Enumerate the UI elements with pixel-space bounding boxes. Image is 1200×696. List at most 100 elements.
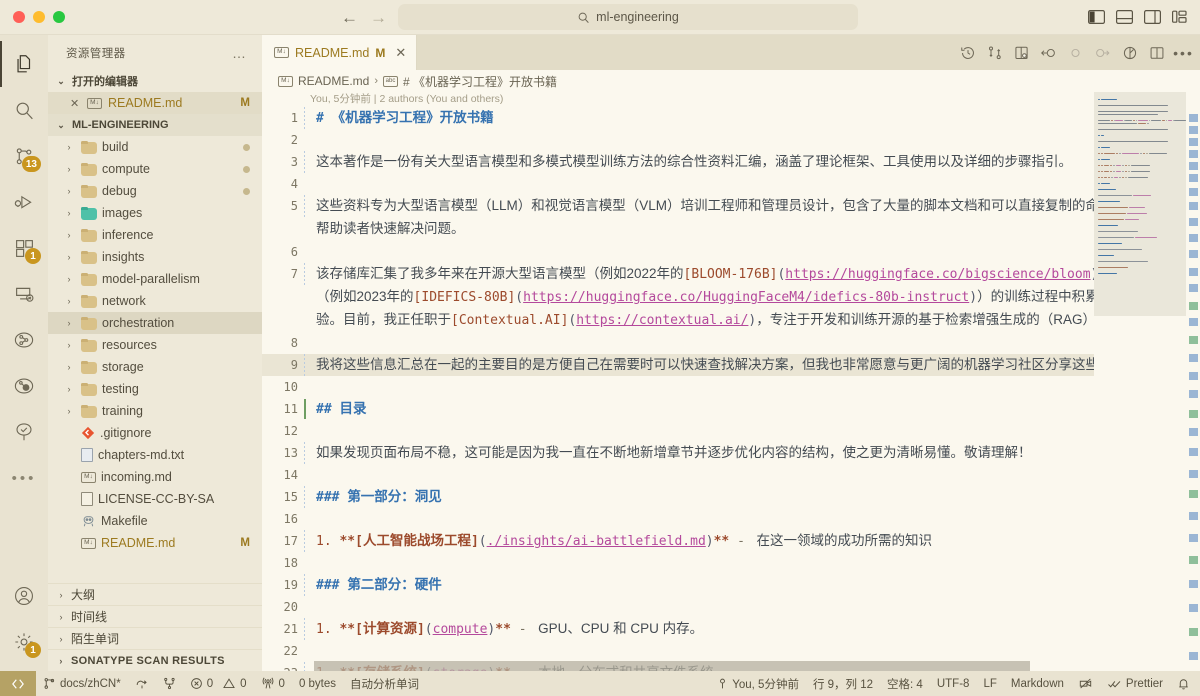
overview-ruler[interactable]: [1186, 92, 1200, 671]
line-content[interactable]: 如果发现页面布局不稳，这可能是因为我一直在不断地新增章节并逐步优化内容的结构，使…: [310, 442, 1200, 465]
code-line[interactable]: 16: [262, 508, 1200, 530]
go-forward-icon[interactable]: →: [370, 9, 387, 26]
open-preview-icon[interactable]: [1013, 44, 1030, 61]
tree-item-model-parallelism[interactable]: › model-parallelism: [48, 268, 262, 290]
sidebar-item-run-and-debug[interactable]: [0, 179, 48, 225]
tree-item-network[interactable]: › network: [48, 290, 262, 312]
close-icon[interactable]: ✕: [70, 97, 81, 110]
status-cursor-position[interactable]: 行 9，列 12: [806, 671, 880, 696]
status-auto-word-analysis[interactable]: 自动分析单词: [343, 671, 426, 696]
status-blame-author[interactable]: You, 5分钟前: [710, 671, 806, 696]
status-file-size[interactable]: 0 bytes: [292, 671, 343, 696]
code-line[interactable]: 2: [262, 129, 1200, 151]
status-indentation[interactable]: 空格: 4: [880, 671, 930, 696]
line-content[interactable]: ### 第一部分：洞见: [310, 486, 1200, 509]
tree-item-license[interactable]: LICENSE-CC-BY-SA: [48, 488, 262, 510]
code-area[interactable]: You, 5分钟前 | 2 authors (You and others) 1…: [262, 92, 1200, 671]
timeline-icon[interactable]: [959, 44, 976, 61]
code-line[interactable]: 5 这些资料专为大型语言模型（LLM）和视觉语言模型（VLM）培训工程师和管理员设…: [262, 195, 1200, 241]
code-line[interactable]: 21 1. **[计算资源](compute)** - GPU、CPU 和 CPU…: [262, 618, 1200, 640]
code-line[interactable]: 20: [262, 596, 1200, 618]
manage-settings-button[interactable]: 1: [0, 619, 48, 665]
tree-item-gitignore[interactable]: .gitignore: [48, 422, 262, 444]
tree-item-images[interactable]: › images: [48, 202, 262, 224]
toggle-secondary-sidebar-icon[interactable]: [1144, 10, 1161, 24]
section-open-editors[interactable]: ⌄ 打开的编辑器: [48, 70, 262, 92]
code-line[interactable]: 11 ## 目录: [262, 398, 1200, 420]
close-window-button[interactable]: [13, 11, 25, 23]
tree-item-makefile[interactable]: Makefile: [48, 510, 262, 532]
status-fork[interactable]: [156, 671, 183, 696]
code-line[interactable]: 13 如果发现页面布局不稳，这可能是因为我一直在不断地新增章节并逐步优化内容的结构…: [262, 442, 1200, 464]
code-line[interactable]: 19 ### 第二部分：硬件: [262, 574, 1200, 596]
go-back-icon[interactable]: [1040, 44, 1057, 61]
code-line[interactable]: 17 1. **[人工智能战场工程](./insights/ai-battlefi…: [262, 530, 1200, 552]
line-content[interactable]: 这本著作是一份有关大型语言模型和多模式模型训练方法的综合性资料汇编，涵盖了理论框…: [310, 151, 1200, 174]
sidebar-item-search[interactable]: [0, 87, 48, 133]
toggle-primary-sidebar-icon[interactable]: [1088, 10, 1105, 24]
remote-indicator-button[interactable]: [0, 671, 36, 696]
breadcrumb-file[interactable]: README.md: [298, 74, 369, 88]
code-line[interactable]: 15 ### 第一部分：洞见: [262, 486, 1200, 508]
code-line[interactable]: 9 我将这些信息汇总在一起的主要目的是方便自己在需要时可以快速查找解决方案，但我也…: [262, 354, 1200, 376]
section-sonatype-scan-results[interactable]: › SONATYPE SCAN RESULTS: [48, 649, 262, 671]
status-encoding[interactable]: UTF-8: [930, 671, 977, 696]
tree-item-build[interactable]: › build: [48, 136, 262, 158]
line-content[interactable]: ### 第二部分：硬件: [310, 574, 1200, 597]
sidebar-more-actions-icon[interactable]: …: [232, 45, 248, 61]
tree-item-chapters-md-txt[interactable]: chapters-md.txt: [48, 444, 262, 466]
tree-item-testing[interactable]: › testing: [48, 378, 262, 400]
minimap[interactable]: [1094, 92, 1186, 671]
status-prettier[interactable]: Prettier: [1100, 671, 1170, 696]
sidebar-item-extensions[interactable]: 1: [0, 225, 48, 271]
tree-item-incoming-md[interactable]: M↓ incoming.md: [48, 466, 262, 488]
go-back-icon[interactable]: ←: [341, 9, 358, 26]
status-radio-tower[interactable]: 0: [254, 671, 292, 696]
tree-item-insights[interactable]: › insights: [48, 246, 262, 268]
code-line[interactable]: 7 该存储库汇集了我多年来在开源大型语言模型（例如2022年的[BLOOM-176…: [262, 263, 1200, 332]
status-language-mode[interactable]: Markdown: [1004, 671, 1071, 696]
tree-item-storage[interactable]: › storage: [48, 356, 262, 378]
code-line[interactable]: 3 这本著作是一份有关大型语言模型和多模式模型训练方法的综合性资料汇编，涵盖了理论…: [262, 151, 1200, 173]
tree-item-debug[interactable]: › debug: [48, 180, 262, 202]
code-line[interactable]: 14: [262, 464, 1200, 486]
breadcrumb-symbol[interactable]: # 《机器学习工程》开放书籍: [403, 73, 557, 90]
tree-item-orchestration[interactable]: › orchestration: [48, 312, 262, 334]
code-line[interactable]: 10: [262, 376, 1200, 398]
customize-layout-icon[interactable]: [1172, 10, 1189, 24]
minimap-slider[interactable]: [1094, 92, 1186, 316]
code-line[interactable]: 8: [262, 332, 1200, 354]
sidebar-item-sonatype-scan[interactable]: [0, 409, 48, 455]
status-screencast-mode[interactable]: [1071, 671, 1100, 696]
tree-item-readme-md[interactable]: M↓ README.md M: [48, 532, 262, 554]
status-problems[interactable]: 0 0: [183, 671, 254, 696]
code-line[interactable]: 22: [262, 640, 1200, 662]
tree-item-training[interactable]: › training: [48, 400, 262, 422]
line-content[interactable]: # 《机器学习工程》开放书籍: [310, 107, 1200, 130]
section-outline[interactable]: › 大纲: [48, 583, 262, 605]
status-sync[interactable]: [128, 671, 156, 696]
line-content[interactable]: 我将这些信息汇总在一起的主要目的是方便自己在需要时可以快速查找解决方案，但我也非…: [310, 354, 1200, 377]
code-line[interactable]: 18: [262, 552, 1200, 574]
code-line[interactable]: 12: [262, 420, 1200, 442]
split-toggle-icon[interactable]: [1121, 44, 1138, 61]
sidebar-item-explorer[interactable]: [0, 41, 48, 87]
tree-item-compute[interactable]: › compute: [48, 158, 262, 180]
open-editor-item[interactable]: ✕ M↓ README.md M: [48, 92, 262, 114]
accounts-button[interactable]: [0, 573, 48, 619]
toggle-panel-icon[interactable]: [1116, 10, 1133, 24]
command-center[interactable]: ml-engineering: [398, 4, 858, 30]
line-content[interactable]: 该存储库汇集了我多年来在开源大型语言模型（例如2022年的[BLOOM-176B…: [310, 263, 1200, 332]
tab-readme-md[interactable]: M↓ README.md M ✕: [262, 35, 418, 70]
section-unknown-words[interactable]: › 陌生单词: [48, 627, 262, 649]
nav-next-icon[interactable]: [1094, 44, 1111, 61]
code-line[interactable]: 4: [262, 173, 1200, 195]
code-line[interactable]: 6: [262, 241, 1200, 263]
sidebar-item-dependency-analytics[interactable]: [0, 363, 48, 409]
tree-item-inference[interactable]: › inference: [48, 224, 262, 246]
section-timeline[interactable]: › 时间线: [48, 605, 262, 627]
line-content[interactable]: ## 目录: [310, 398, 1200, 421]
sidebar-item-remote-explorer[interactable]: [0, 271, 48, 317]
status-branch[interactable]: docs/zhCN*: [36, 671, 128, 696]
zoom-window-button[interactable]: [53, 11, 65, 23]
